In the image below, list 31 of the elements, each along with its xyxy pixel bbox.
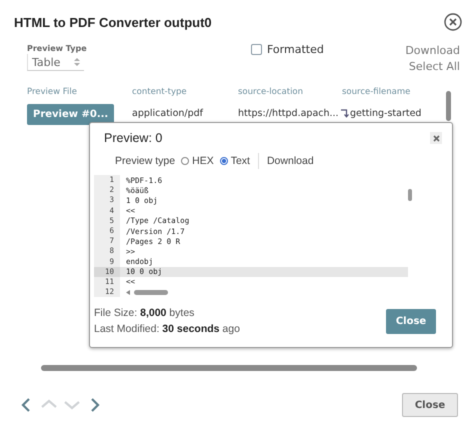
radio-button[interactable] bbox=[181, 157, 190, 165]
preview-type-label: Preview type bbox=[115, 155, 176, 167]
preview-type-label: Preview Type bbox=[27, 44, 88, 53]
spinner-icon bbox=[74, 57, 80, 67]
close-button[interactable]: Close bbox=[386, 308, 436, 334]
return-icon bbox=[340, 108, 349, 118]
close-icon[interactable] bbox=[430, 132, 442, 144]
download-link[interactable]: Download bbox=[266, 155, 314, 167]
last-modified-text: Last Modified: 30 seconds ago bbox=[94, 322, 240, 338]
preview-type-select[interactable]: Table bbox=[27, 54, 84, 71]
file-size-text: File Size: 8,000 bytes bbox=[94, 306, 196, 322]
formatted-label: Formatted bbox=[267, 43, 324, 56]
radio-button[interactable] bbox=[220, 157, 228, 165]
radio-label: HEX bbox=[192, 155, 214, 167]
preview-title: Preview: 0 bbox=[104, 131, 162, 145]
table-cell: https://httpd.apach... bbox=[238, 108, 339, 118]
radio-label: Text bbox=[230, 155, 250, 167]
left-arrow-icon[interactable] bbox=[126, 290, 130, 295]
column-header: source-location bbox=[238, 87, 304, 97]
column-header: source-filename bbox=[342, 87, 412, 97]
table-cell: getting-started bbox=[350, 108, 422, 118]
close-icon[interactable] bbox=[444, 13, 462, 31]
column-header: content-type bbox=[132, 87, 188, 97]
formatted-checkbox[interactable] bbox=[251, 44, 262, 55]
window-title: HTML to PDF Converter output0 bbox=[14, 14, 212, 30]
close-button[interactable]: Close bbox=[402, 393, 458, 417]
preview-button[interactable]: Preview #0... bbox=[27, 104, 114, 125]
table-cell: application/pdf bbox=[132, 108, 204, 118]
action-link[interactable]: Download bbox=[405, 43, 460, 59]
action-link[interactable]: Select All bbox=[408, 59, 460, 75]
column-header: Preview File bbox=[27, 87, 78, 97]
